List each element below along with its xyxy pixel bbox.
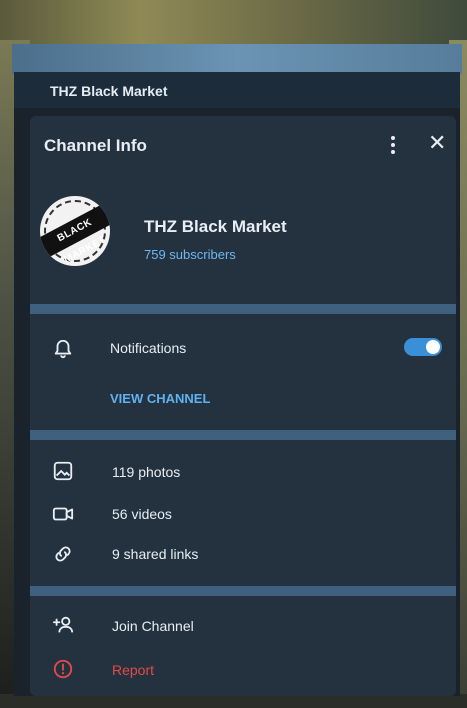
- report-icon: [53, 659, 73, 679]
- channel-info-panel: Channel Info ✕ BLACK MARKET THZ Black Ma…: [30, 116, 456, 696]
- close-icon[interactable]: ✕: [428, 132, 446, 154]
- add-user-icon: [52, 616, 74, 633]
- media-videos-item[interactable]: 56 videos: [112, 506, 172, 522]
- chat-header[interactable]: THZ Black Market: [14, 72, 460, 110]
- section-divider: [30, 586, 456, 596]
- photo-background-top: [0, 0, 467, 48]
- section-divider: [30, 430, 456, 440]
- channel-name: THZ Black Market: [144, 217, 287, 236]
- window-top-strip: [12, 44, 462, 74]
- chat-title: THZ Black Market: [50, 83, 168, 99]
- toggle-knob: [426, 340, 440, 354]
- bell-icon: [54, 339, 72, 359]
- link-icon: [55, 546, 71, 562]
- notifications-label: Notifications: [110, 340, 187, 356]
- photo-icon: [53, 461, 73, 481]
- kebab-menu-icon[interactable]: [388, 134, 398, 156]
- video-icon: [52, 507, 74, 521]
- view-channel-link[interactable]: VIEW CHANNEL: [110, 391, 210, 406]
- report-button[interactable]: Report: [112, 662, 154, 678]
- subscriber-count: 759 subscribers: [144, 247, 236, 262]
- channel-avatar[interactable]: BLACK MARKET: [40, 196, 110, 266]
- photo-background-bottom: [0, 694, 467, 708]
- section-divider: [30, 304, 456, 314]
- panel-title: Channel Info: [44, 136, 147, 155]
- join-channel-button[interactable]: Join Channel: [112, 618, 194, 634]
- media-links-item[interactable]: 9 shared links: [112, 546, 198, 562]
- media-photos-item[interactable]: 119 photos: [112, 464, 180, 480]
- notifications-toggle[interactable]: [404, 338, 442, 356]
